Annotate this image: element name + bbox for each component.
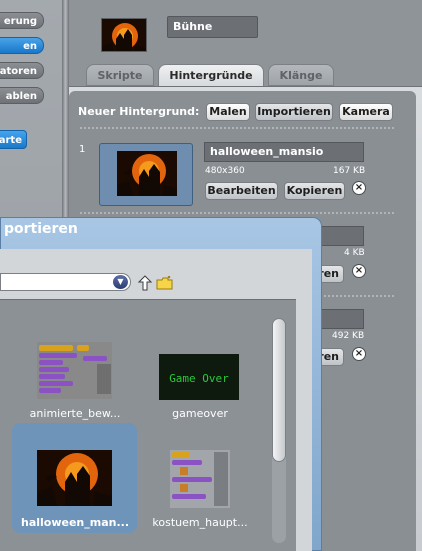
chevron-down-icon[interactable]: ▼ <box>113 275 128 289</box>
file-name[interactable]: halloween_man... <box>16 516 134 529</box>
delete-icon-2[interactable]: × <box>352 264 366 278</box>
folder-up-icon[interactable] <box>137 275 153 291</box>
stage-name-field[interactable]: Bühne <box>167 16 258 38</box>
start-button[interactable]: arte <box>0 130 27 149</box>
background-size-2: 4 KB <box>344 248 365 258</box>
background-name-field-2[interactable] <box>318 226 364 246</box>
tab-hintergruende[interactable]: Hintergründe <box>158 64 264 88</box>
svg-text:Game Over: Game Over <box>169 372 229 385</box>
separator <box>80 212 394 214</box>
camera-button[interactable]: Kamera <box>339 103 393 121</box>
file-thumbnail[interactable] <box>37 342 112 399</box>
scrollbar-thumb[interactable] <box>272 318 286 462</box>
tab-klaenge[interactable]: Klänge <box>268 64 334 86</box>
category-variablen[interactable]: ablen <box>0 87 44 104</box>
background-name-field[interactable]: halloween_mansio <box>204 142 364 162</box>
file-thumbnail[interactable] <box>37 450 112 506</box>
new-folder-icon[interactable] <box>156 275 173 290</box>
copy-button[interactable]: Kopieren <box>284 182 345 200</box>
tab-skripte[interactable]: Skripte <box>86 64 154 86</box>
item-number: 1 <box>79 144 86 155</box>
background-size: 167 KB <box>333 166 366 176</box>
stage-thumbnail <box>101 18 147 52</box>
paint-button[interactable]: Malen <box>206 103 250 121</box>
file-name[interactable]: kostuem_haupt... <box>148 516 252 529</box>
category-steuerung[interactable]: erung <box>0 12 44 29</box>
background-name-field-3[interactable] <box>318 309 364 329</box>
category-operatoren[interactable]: atoren <box>0 62 44 79</box>
background-dimensions: 480x360 <box>205 166 245 176</box>
background-thumbnail <box>117 151 177 196</box>
file-name[interactable]: animierte_bew... <box>22 407 128 420</box>
delete-icon-3[interactable]: × <box>352 347 366 361</box>
folder-select[interactable] <box>0 273 131 291</box>
dialog-title: portieren <box>4 221 78 237</box>
separator <box>80 127 394 129</box>
edit-button[interactable]: Bearbeiten <box>205 182 278 200</box>
file-thumbnail[interactable]: Game Over <box>159 354 239 400</box>
category-aussehen[interactable]: en <box>0 37 44 54</box>
new-background-label: Neuer Hintergrund: <box>78 105 200 118</box>
delete-icon[interactable]: × <box>352 181 366 195</box>
tab-bar: Skripte Hintergründe Klänge <box>86 64 422 88</box>
file-name[interactable]: gameover <box>160 407 240 420</box>
file-thumbnail[interactable] <box>170 450 230 508</box>
import-button[interactable]: Importieren <box>255 103 333 121</box>
background-size-3: 492 KB <box>332 331 365 341</box>
